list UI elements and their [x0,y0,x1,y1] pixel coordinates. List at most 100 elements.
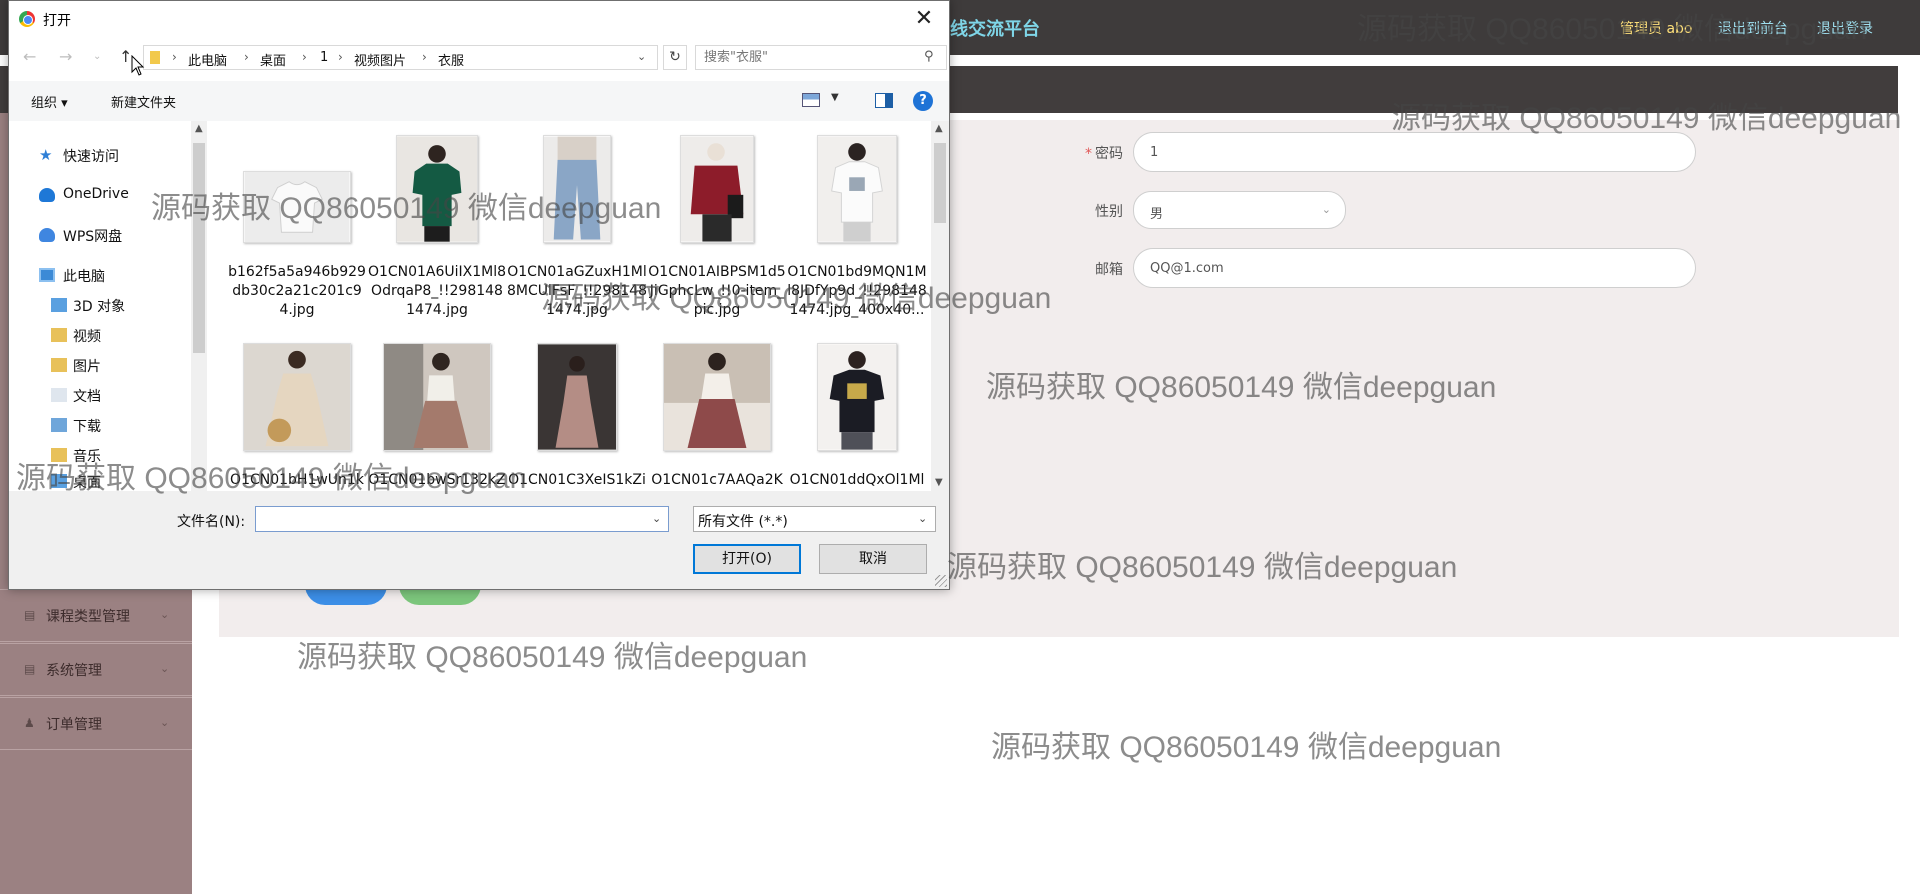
file-name: O1CN01AIBPSM1d5JiGphcLw_!!0-item_pic.jpg [648,264,786,318]
breadcrumb-item[interactable]: 1 [320,50,328,65]
mouse-cursor-icon [131,55,145,76]
nav-item-label: 桌面 [73,475,101,491]
password-field[interactable]: 1 [1133,132,1696,172]
nav-item-downloads[interactable]: 下载 [9,411,191,439]
scrollbar-thumb[interactable] [193,143,205,353]
nav-item-onedrive[interactable]: OneDrive [9,181,191,209]
gender-selected-value: 男 [1150,207,1164,222]
file-item[interactable]: O1CN01bH1wUn1kZiFeG6zHe [227,343,367,491]
nav-item-label: 快速访问 [63,149,119,165]
sidebar-item-course-type[interactable]: ▤ 课程类型管理 ⌄ [0,589,192,642]
required-mark: * [1085,146,1092,162]
breadcrumb-item[interactable]: 桌面 [260,50,286,69]
nav-item-quick-access[interactable]: ★ 快速访问 [9,141,191,169]
close-icon[interactable]: ✕ [909,5,939,33]
app-title: 线交流平台 [950,19,1040,40]
open-button[interactable]: 打开(O) [693,544,801,574]
user-icon: ♟ [24,716,35,730]
file-item[interactable]: O1CN01AIBPSM1d5JiGphcLw_!!0-item_pic.jpg [647,135,787,335]
resize-grip[interactable] [935,575,947,587]
nav-item-videos[interactable]: 视频 [9,321,191,349]
file-item[interactable]: O1CN01ddQxOl1Ml8JE5xcND.! [787,343,927,491]
email-field[interactable]: QQ@1.com [1133,248,1696,288]
nav-item-this-pc[interactable]: 此电脑 [9,261,191,289]
chevron-down-icon[interactable]: ▼ [831,92,839,103]
recent-dropdown-icon[interactable]: ⌄ [93,51,101,62]
breadcrumb[interactable]: › 此电脑 › 桌面 › 1 › 视频图片 › 衣服 ⌄ [143,45,658,70]
email-label: 邮箱 [1095,262,1123,278]
file-item[interactable]: O1CN01bd9MQN1Ml8JDfYp9d_!!2981481474.jpg… [787,135,927,335]
file-type-filter[interactable]: 所有文件 (*.*) ⌄ [693,506,936,532]
breadcrumb-item[interactable]: 衣服 [438,50,464,69]
refresh-icon[interactable]: ↻ [663,45,687,70]
3d-objects-icon [51,298,67,312]
scroll-up-icon[interactable]: ▲ [195,123,203,134]
nav-item-documents[interactable]: 文档 [9,381,191,409]
nav-scrollbar[interactable]: ▲ [191,121,207,491]
file-name: O1CN01bd9MQN1Ml8JDfYp9d_!!2981481474.jpg… [787,264,927,318]
gender-label: 性别 [1095,204,1123,220]
help-icon[interactable]: ? [913,91,933,111]
chevron-down-icon[interactable]: ⌄ [652,512,661,525]
navigation-pane: ★ 快速访问 OneDrive WPS网盘 此电脑 3D 对象 视频 图片 文档… [9,121,191,491]
gender-select[interactable]: 男 ⌄ [1133,191,1346,229]
filename-combobox[interactable]: ⌄ [255,506,669,532]
file-item[interactable]: O1CN01aGZuxH1Ml8MCUlFsF_!!2981481474.jpg [507,135,647,335]
new-folder-button[interactable]: 新建文件夹 [111,92,176,111]
nav-item-music[interactable]: 音乐 [9,441,191,469]
file-list: b162f5a5a946b929db30c2a21c201c94.jpg O1C… [207,121,931,491]
file-item[interactable]: O1CN01A6UiIX1Ml8OdrqaP8_!!2981481474.jpg [367,135,507,335]
scrollbar-thumb[interactable] [934,143,946,223]
sidebar-item-system[interactable]: ▤ 系统管理 ⌄ [0,643,192,696]
breadcrumb-item[interactable]: 视频图片 [354,50,406,69]
downloads-folder-icon [51,418,67,432]
cancel-button[interactable]: 取消 [819,544,927,574]
logout-link[interactable]: 退出登录 [1817,18,1873,38]
file-item[interactable]: b162f5a5a946b929db30c2a21c201c94.jpg [227,135,367,335]
nav-item-label: 图片 [73,359,101,375]
dialog-footer: 文件名(N): ⌄ 所有文件 (*.*) ⌄ 打开(O) 取消 [9,491,949,589]
scroll-down-icon[interactable]: ▼ [935,477,943,488]
scroll-up-icon[interactable]: ▲ [935,123,943,134]
chevron-right-icon: › [302,50,307,64]
nav-item-label: 视频 [73,329,101,345]
dialog-address-row: ← → ⌄ ↑ › 此电脑 › 桌面 › 1 › 视频图片 › 衣服 ⌄ ↻ ⚲ [9,37,949,79]
chevron-down-icon: ⌄ [160,716,170,729]
file-name: O1CN01bH1wUn1kZiFeG6zHe [230,472,364,488]
sidebar-item-orders[interactable]: ♟ 订单管理 ⌄ [0,697,192,750]
password-label: * 密码 [1003,143,1123,163]
file-thumbnail [543,135,611,243]
nav-item-desktop[interactable]: 桌面 [9,467,191,491]
file-name: O1CN01bwSr132kZ7LGI1qdQ.! [368,472,506,488]
file-item[interactable]: O1CN01bwSr132kZ7LGI1qdQ.! [367,343,507,491]
file-item[interactable]: O1CN01c7AAQa2KZ7LGI4dDM [647,343,787,491]
back-to-frontend-link[interactable]: 退出到前台 [1718,18,1788,38]
documents-folder-icon [51,388,67,402]
search-input[interactable] [696,46,916,69]
nav-item-wps[interactable]: WPS网盘 [9,221,191,249]
video-folder-icon [51,328,67,342]
search-box[interactable]: ⚲ [695,45,947,70]
chevron-down-icon[interactable]: ⌄ [637,50,646,63]
nav-item-label: 此电脑 [63,269,105,285]
back-arrow-icon[interactable]: ← [23,47,36,66]
nav-item-label: OneDrive [63,186,129,202]
chevron-down-icon: ⌄ [1321,203,1331,216]
file-name: O1CN01c7AAQa2KZ7LGI4dDM [651,472,783,488]
onedrive-cloud-icon [39,188,55,202]
forward-arrow-icon[interactable]: → [59,47,72,66]
file-thumbnail [537,343,617,451]
organize-menu[interactable]: 组织 ▾ [31,92,68,111]
breadcrumb-item[interactable]: 此电脑 [188,50,227,69]
chrome-logo-icon [19,11,35,27]
file-list-scrollbar[interactable]: ▲ ▼ [931,121,949,491]
preview-pane-icon[interactable] [875,93,893,108]
nav-item-3d-objects[interactable]: 3D 对象 [9,291,191,319]
file-item[interactable]: O1CN01C3XeIS1kZiJTBSVO4.!! [507,343,647,491]
view-mode-icon[interactable] [802,93,820,107]
file-name: O1CN01ddQxOl1Ml8JE5xcND.! [789,472,925,488]
nav-item-label: 音乐 [73,449,101,465]
list-icon: ▤ [24,608,36,622]
nav-item-pictures[interactable]: 图片 [9,351,191,379]
filename-input[interactable] [258,509,638,529]
